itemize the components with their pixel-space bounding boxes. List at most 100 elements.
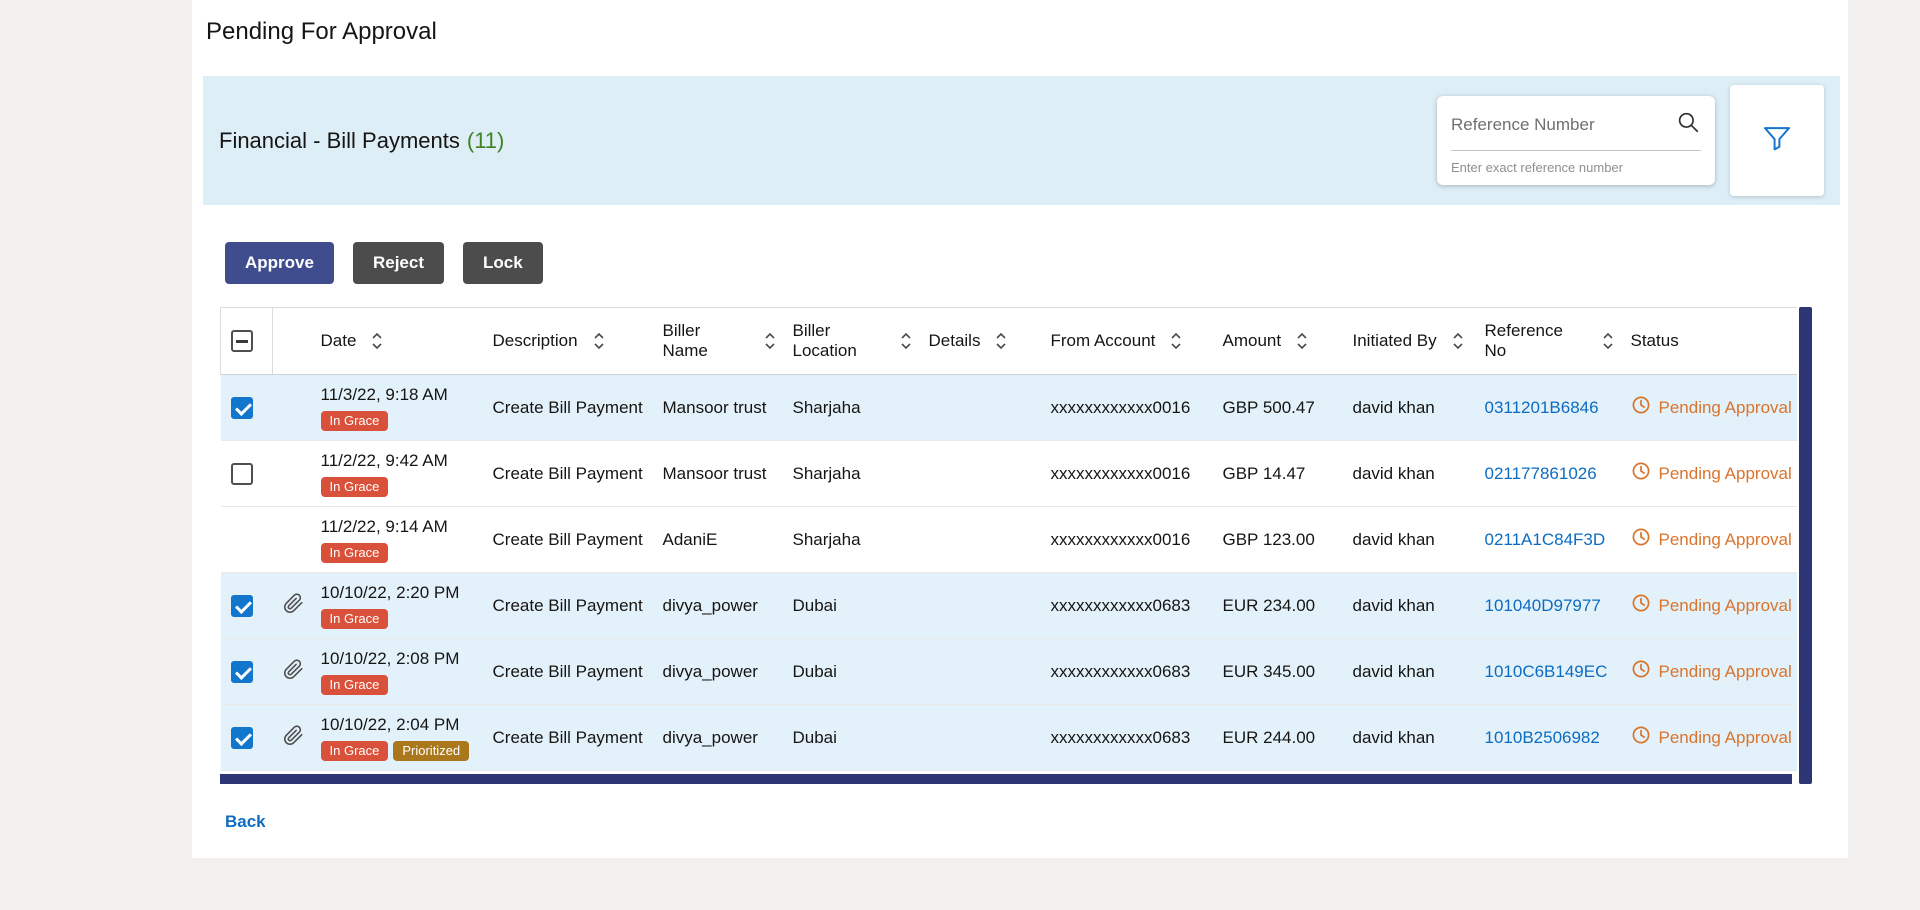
sort-icon[interactable] xyxy=(994,331,1008,351)
badge-row: In Grace xyxy=(321,675,477,695)
header-initiated-by[interactable]: Initiated By xyxy=(1343,308,1475,375)
cell-from-account: xxxxxxxxxxxx0016 xyxy=(1041,441,1213,507)
badge-in-grace: In Grace xyxy=(321,411,389,431)
header-biller-name[interactable]: Biller Name xyxy=(653,308,783,375)
reference-link[interactable]: 1010C6B149EC xyxy=(1485,662,1608,681)
reference-search-card: Enter exact reference number xyxy=(1437,96,1715,185)
header-reference-no[interactable]: Reference No xyxy=(1475,308,1621,375)
cell-details xyxy=(919,507,1041,573)
reference-link[interactable]: 1010B2506982 xyxy=(1485,728,1600,747)
select-all-checkbox[interactable] xyxy=(231,330,253,352)
sort-icon[interactable] xyxy=(763,331,777,351)
cell-biller-location: Sharjaha xyxy=(783,375,919,441)
table-header-row: Date Description Biller Name xyxy=(221,308,1797,375)
cell-description: Create Bill Payment xyxy=(483,441,653,507)
filter-button[interactable] xyxy=(1730,85,1824,196)
cell-amount: GBP 500.47 xyxy=(1213,375,1343,441)
header-attachment-cell xyxy=(273,308,311,375)
cell-initiated-by: david khan xyxy=(1343,573,1475,639)
cell-details xyxy=(919,705,1041,771)
paperclip-icon[interactable] xyxy=(283,593,304,619)
reference-link[interactable]: 101040D97977 xyxy=(1485,596,1601,615)
sort-icon[interactable] xyxy=(592,331,606,351)
cell-reference-no: 0311201B6846 xyxy=(1475,375,1621,441)
cell-status: Pending Approval xyxy=(1621,705,1797,771)
header-details[interactable]: Details xyxy=(919,308,1041,375)
table-row: 10/10/22, 2:08 PM In Grace Create Bill P… xyxy=(221,639,1797,705)
sort-icon[interactable] xyxy=(1601,331,1615,351)
header-amount[interactable]: Amount xyxy=(1213,308,1343,375)
reference-link[interactable]: 0311201B6846 xyxy=(1485,398,1599,417)
cell-from-account: xxxxxxxxxxxx0683 xyxy=(1041,705,1213,771)
paperclip-icon[interactable] xyxy=(283,725,304,751)
reference-link[interactable]: 0211A1C84F3D xyxy=(1485,530,1606,549)
cell-biller-location: Dubai xyxy=(783,705,919,771)
header-description[interactable]: Description xyxy=(483,308,653,375)
row-attachment-cell xyxy=(273,705,311,771)
status-badge: Pending Approval xyxy=(1631,593,1792,618)
row-checkbox[interactable] xyxy=(231,463,253,485)
cell-date: 11/2/22, 9:42 AM In Grace xyxy=(311,441,483,507)
status-badge: Pending Approval xyxy=(1631,395,1792,420)
table-row: 10/10/22, 2:04 PM In GracePrioritized Cr… xyxy=(221,705,1797,771)
module-banner: Financial - Bill Payments (11) Enter exa… xyxy=(203,76,1840,205)
horizontal-scrollbar[interactable] xyxy=(220,774,1792,784)
header-date[interactable]: Date xyxy=(311,308,483,375)
funnel-icon xyxy=(1760,121,1794,160)
badge-row: In Grace xyxy=(321,543,477,563)
cell-biller-name: divya_power xyxy=(653,705,783,771)
badge-in-grace: In Grace xyxy=(321,477,389,497)
lock-button[interactable]: Lock xyxy=(463,242,543,284)
clock-icon xyxy=(1631,593,1651,618)
paperclip-icon[interactable] xyxy=(283,659,304,685)
action-bar: Approve Reject Lock xyxy=(225,242,1848,284)
reference-link[interactable]: 021177861026 xyxy=(1485,464,1597,483)
cell-description: Create Bill Payment xyxy=(483,639,653,705)
approve-button[interactable]: Approve xyxy=(225,242,334,284)
status-badge: Pending Approval xyxy=(1631,659,1792,684)
cell-description: Create Bill Payment xyxy=(483,705,653,771)
cell-reference-no: 1010C6B149EC xyxy=(1475,639,1621,705)
cell-date: 11/3/22, 9:18 AM In Grace xyxy=(311,375,483,441)
sort-icon[interactable] xyxy=(1451,331,1465,351)
sort-icon[interactable] xyxy=(1169,331,1183,351)
cell-status: Pending Approval xyxy=(1621,639,1797,705)
cell-details xyxy=(919,375,1041,441)
reject-button[interactable]: Reject xyxy=(353,242,444,284)
header-status: Status xyxy=(1621,308,1797,375)
vertical-scrollbar[interactable] xyxy=(1799,307,1812,784)
cell-amount: EUR 345.00 xyxy=(1213,639,1343,705)
sort-icon[interactable] xyxy=(370,331,384,351)
content-panel: Pending For Approval Financial - Bill Pa… xyxy=(192,0,1848,858)
reference-number-input[interactable] xyxy=(1451,115,1675,135)
row-checkbox[interactable] xyxy=(231,661,253,683)
badge-in-grace: In Grace xyxy=(321,675,389,695)
header-biller-location[interactable]: Biller Location xyxy=(783,308,919,375)
badge-row: In GracePrioritized xyxy=(321,741,477,761)
badge-in-grace: In Grace xyxy=(321,609,389,629)
row-select-cell xyxy=(221,705,273,771)
cell-details xyxy=(919,573,1041,639)
cell-reference-no: 101040D97977 xyxy=(1475,573,1621,639)
cell-status: Pending Approval xyxy=(1621,507,1797,573)
cell-description: Create Bill Payment xyxy=(483,507,653,573)
header-from-account[interactable]: From Account xyxy=(1041,308,1213,375)
cell-date: 11/2/22, 9:14 AM In Grace xyxy=(311,507,483,573)
sort-icon[interactable] xyxy=(1295,331,1309,351)
cell-from-account: xxxxxxxxxxxx0016 xyxy=(1041,375,1213,441)
status-badge: Pending Approval xyxy=(1631,461,1792,486)
cell-date: 10/10/22, 2:04 PM In GracePrioritized xyxy=(311,705,483,771)
search-icon[interactable] xyxy=(1675,109,1701,140)
row-checkbox[interactable] xyxy=(231,727,253,749)
cell-description: Create Bill Payment xyxy=(483,573,653,639)
row-checkbox[interactable] xyxy=(231,397,253,419)
row-checkbox[interactable] xyxy=(231,595,253,617)
cell-biller-name: divya_power xyxy=(653,573,783,639)
back-link[interactable]: Back xyxy=(225,812,266,832)
header-select-all-cell xyxy=(221,308,273,375)
sort-icon[interactable] xyxy=(899,331,913,351)
cell-reference-no: 021177861026 xyxy=(1475,441,1621,507)
record-count: (11) xyxy=(467,128,505,154)
status-badge: Pending Approval xyxy=(1631,725,1792,750)
clock-icon xyxy=(1631,725,1651,750)
